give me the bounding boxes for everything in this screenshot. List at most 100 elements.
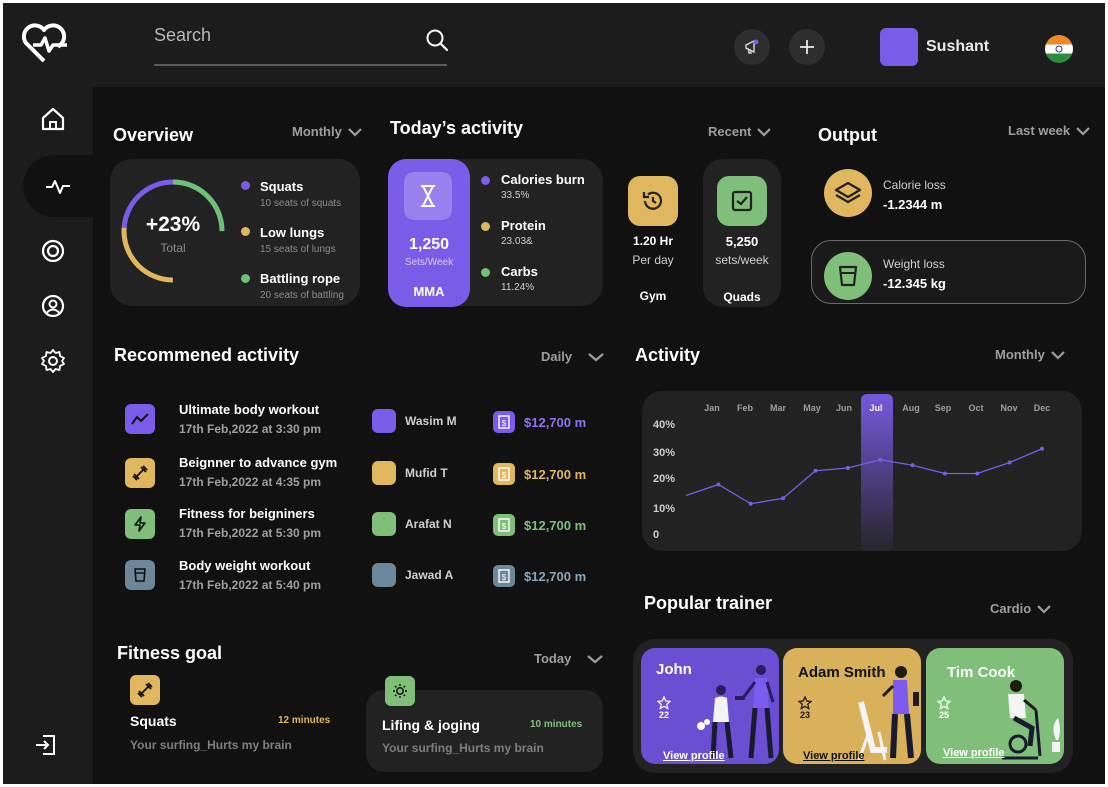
notification-button[interactable] <box>734 29 770 65</box>
goal-subtitle: Your surfing_Hurts my brain <box>382 741 544 755</box>
activity-line-chart[interactable]: Jan Feb Mar May Jun Jul Aug Sep Oct Nov Dec 40% 30% 2… <box>642 391 1082 551</box>
jogging-goal-icon-box <box>385 676 415 706</box>
fitness-goal-filter-dropdown[interactable]: Today <box>534 651 604 666</box>
trainer-card-tim-cook[interactable]: Tim Cook 25 View profile <box>926 648 1064 764</box>
activity-data-point <box>748 501 753 506</box>
activity-title[interactable]: Fitness for beigniners <box>179 506 315 521</box>
avatar[interactable] <box>880 28 918 66</box>
quads-icon-box <box>717 176 767 226</box>
output-title: Output <box>818 125 877 145</box>
activity-date: 17th Feb,2022 at 5:30 pm <box>179 526 322 540</box>
user-name[interactable]: Sushant <box>926 38 989 56</box>
today-filter-dropdown[interactable]: Recent <box>708 124 772 139</box>
chevron-down-icon <box>1037 604 1051 614</box>
trainer-name: Jawad A <box>405 568 454 582</box>
search-icon[interactable] <box>425 28 449 52</box>
trainer-filter-dropdown[interactable]: Cardio <box>990 601 1051 616</box>
dumbbell-icon <box>137 682 153 698</box>
activity-data-point <box>845 466 850 470</box>
chevron-down-icon <box>588 352 604 361</box>
receipt-icon-box: $ <box>493 514 515 536</box>
calorie-loss-label: Calorie loss <box>883 178 946 192</box>
view-profile-link[interactable]: View profile <box>663 750 725 762</box>
protein-value: 23.03& <box>501 236 533 247</box>
activity-data-point <box>781 496 786 501</box>
megaphone-icon <box>745 39 759 54</box>
overview-item-name: Battling rope <box>260 271 341 286</box>
dumbbell-icon <box>132 465 148 481</box>
quads-value: 5,250 <box>725 234 759 249</box>
layers-icon <box>834 181 862 204</box>
output-filter-dropdown[interactable]: Last week <box>1008 123 1090 138</box>
carbs-value: 11.24% <box>501 282 535 293</box>
search-input[interactable]: Search <box>154 25 211 46</box>
popular-trainer-title: Popular trainer <box>644 593 773 613</box>
squats-goal-icon-box <box>130 675 160 705</box>
x-tick-label: Sep <box>935 403 952 413</box>
settings-gear-icon[interactable] <box>40 348 66 374</box>
logout-icon[interactable] <box>33 732 59 758</box>
calorie-loss-value: -1.2344 m <box>883 197 943 212</box>
fitness-goal-title: Fitness goal <box>117 643 223 663</box>
fitness-goal-filter-label: Today <box>534 651 572 666</box>
x-tick-label: May <box>803 403 821 413</box>
x-tick-label: Aug <box>902 403 920 413</box>
india-flag-icon[interactable] <box>1045 35 1073 63</box>
trainer-filter-label: Cardio <box>990 601 1032 616</box>
y-tick-label: 10% <box>653 503 675 515</box>
mma-value: 1,250 <box>408 236 450 253</box>
activity-date: 17th Feb,2022 at 5:40 pm <box>179 578 322 592</box>
weight-loss-icon-circle <box>824 252 872 300</box>
gym-icon-box[interactable] <box>628 176 678 226</box>
activity-data-point <box>942 471 947 476</box>
activity-pulse-icon[interactable] <box>45 173 71 199</box>
recommended-filter-dropdown[interactable]: Daily <box>541 349 604 364</box>
view-profile-link[interactable]: View profile <box>943 747 1005 759</box>
target-icon[interactable] <box>40 238 66 264</box>
view-profile-link[interactable]: View profile <box>803 750 865 762</box>
overview-item-sub: 10 seats of squats <box>260 198 342 209</box>
home-icon[interactable] <box>40 106 66 132</box>
activity-data-point <box>975 471 980 476</box>
plus-icon <box>800 40 814 54</box>
x-tick-label: Feb <box>737 403 754 413</box>
y-tick-label: 0 <box>653 529 659 541</box>
trainer-illustration <box>697 665 775 759</box>
svg-text:$: $ <box>502 471 507 480</box>
svg-text:$: $ <box>502 522 507 531</box>
overview-item-name: Low lungs <box>260 225 325 240</box>
trainer-card-adam-smith[interactable]: Adam Smith 23 View profile <box>783 648 921 764</box>
mma-icon-box <box>404 172 452 220</box>
activity-title[interactable]: Beignner to advance gym <box>179 455 337 470</box>
receipt-icon: $ <box>498 569 510 583</box>
activity-data-point <box>1007 460 1012 465</box>
low-lungs-dot <box>241 227 250 236</box>
activity-data-point <box>813 468 818 473</box>
add-button[interactable] <box>789 29 825 65</box>
carbs-label: Carbs <box>501 264 538 279</box>
overview-filter-dropdown[interactable]: Monthly <box>292 124 362 139</box>
y-tick-label: 40% <box>653 419 675 431</box>
trainer-card-john[interactable]: John 22 View profile <box>641 648 779 764</box>
activity-title[interactable]: Body weight workout <box>179 558 310 573</box>
squats-dot <box>241 181 250 190</box>
heart-pulse-logo-icon[interactable] <box>19 21 69 65</box>
user-profile-icon[interactable] <box>40 293 66 319</box>
activity-data-point <box>910 463 915 468</box>
calories-dot <box>481 176 490 185</box>
receipt-icon-box: $ <box>493 411 515 433</box>
trainer-avatar <box>372 512 396 536</box>
x-tick-label: Oct <box>968 403 983 413</box>
app-frame: Search Sushant Overview Monthly +23% Tot… <box>3 3 1105 784</box>
glass-icon <box>838 265 858 287</box>
overview-percent-label: Total <box>160 241 186 255</box>
x-tick-label: Jul <box>869 403 882 413</box>
trainer-name: Mufid T <box>405 466 448 480</box>
calorie-loss-icon-circle <box>824 169 872 217</box>
overview-filter-label: Monthly <box>292 124 342 139</box>
goal-name[interactable]: Squats <box>130 713 177 729</box>
activity-filter-dropdown[interactable]: Monthly <box>995 347 1065 362</box>
sun-icon <box>393 684 407 698</box>
activity-title[interactable]: Ultimate body workout <box>179 402 319 417</box>
activity-date: 17th Feb,2022 at 3:30 pm <box>179 422 322 436</box>
